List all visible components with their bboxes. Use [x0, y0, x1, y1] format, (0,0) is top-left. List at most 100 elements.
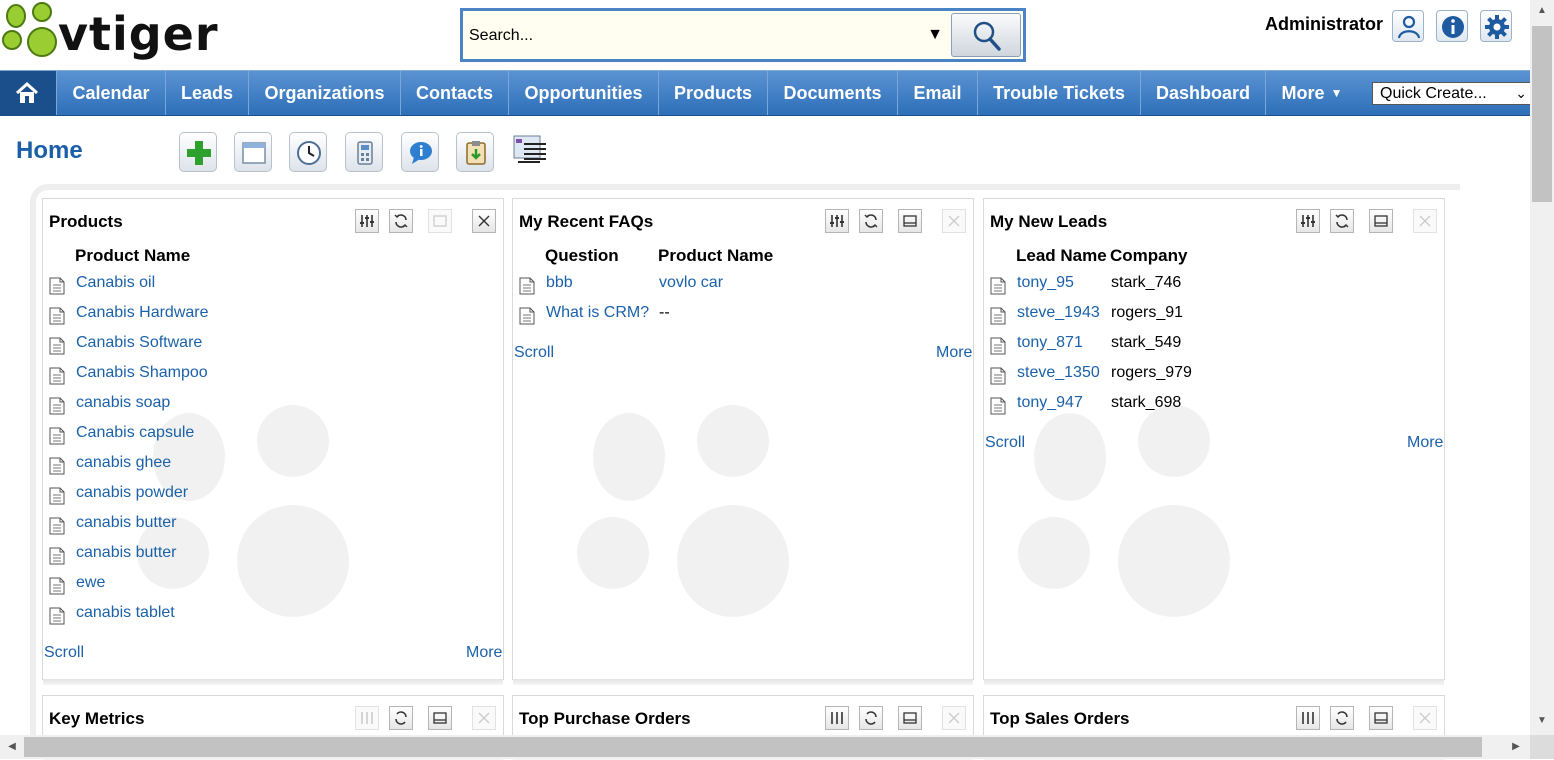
product-name-link[interactable]: Canabis Hardware — [76, 304, 209, 322]
widget-refresh-button[interactable] — [1330, 706, 1354, 730]
widget-more-link[interactable]: More — [1407, 434, 1443, 452]
widget-refresh-button[interactable] — [859, 706, 883, 730]
quick-create-select[interactable]: Quick Create... ⌄ — [1372, 82, 1534, 105]
nav-dashboard[interactable]: Dashboard — [1140, 71, 1265, 115]
document-icon — [519, 307, 535, 325]
clock-button[interactable] — [289, 132, 327, 172]
user-name[interactable]: Administrator — [1265, 14, 1383, 35]
column-header-lead-name: Lead Name — [1016, 246, 1107, 265]
lead-company: stark_698 — [1111, 394, 1182, 411]
widget-refresh-button[interactable] — [389, 209, 413, 233]
settings-button[interactable] — [1480, 10, 1512, 42]
product-name-link[interactable]: ewe — [76, 574, 105, 592]
clipboard-import-button[interactable] — [456, 132, 494, 172]
add-widget-button[interactable] — [179, 132, 217, 172]
widget-scroll-link[interactable]: Scroll — [514, 344, 554, 362]
search-input[interactable] — [467, 19, 919, 53]
nav-products[interactable]: Products — [658, 71, 767, 115]
lead-name-link[interactable]: tony_947 — [1017, 394, 1083, 412]
lead-name-link[interactable]: steve_1943 — [1017, 304, 1100, 322]
nav-calendar[interactable]: Calendar — [56, 71, 165, 115]
user-profile-button[interactable] — [1392, 10, 1424, 42]
product-name-link[interactable]: canabis butter — [76, 544, 177, 562]
nav-home[interactable] — [0, 71, 56, 115]
lead-name-link[interactable]: tony_95 — [1017, 274, 1074, 292]
window-button[interactable] — [234, 132, 272, 172]
scroll-down-arrow-icon[interactable]: ▼ — [1530, 712, 1554, 730]
widget-minimize-button[interactable] — [898, 209, 922, 233]
product-name-link[interactable]: canabis soap — [76, 394, 170, 412]
minimize-icon — [903, 712, 917, 724]
widget-refresh-button[interactable] — [859, 209, 883, 233]
product-name-link[interactable]: canabis ghee — [76, 454, 171, 472]
widget-close-button[interactable] — [472, 209, 496, 233]
product-name-link[interactable]: canabis tablet — [76, 604, 175, 622]
search-button[interactable] — [951, 13, 1021, 57]
horizontal-scroll-thumb[interactable] — [24, 737, 1482, 757]
nav-leads[interactable]: Leads — [165, 71, 248, 115]
nav-opportunities[interactable]: Opportunities — [508, 71, 658, 115]
widget-scroll-link[interactable]: Scroll — [985, 434, 1025, 452]
vtiger-logo[interactable]: vtiger — [2, 2, 252, 68]
faq-product-link[interactable]: vovlo car — [659, 274, 723, 292]
vertical-scrollbar[interactable]: ▲ ▼ — [1530, 0, 1554, 735]
lead-company: stark_746 — [1111, 274, 1182, 291]
lead-name-link[interactable]: steve_1350 — [1017, 364, 1100, 382]
product-name-link[interactable]: Canabis capsule — [76, 424, 194, 442]
widget-refresh-button[interactable] — [389, 706, 413, 730]
widget-minimize-button[interactable] — [428, 209, 452, 233]
scroll-up-arrow-icon[interactable]: ▲ — [1530, 2, 1554, 20]
chat-button[interactable] — [401, 132, 439, 172]
widget-settings-button[interactable] — [825, 706, 849, 730]
calculator-button[interactable] — [345, 132, 383, 172]
widget-close-button[interactable] — [1413, 209, 1437, 233]
nav-organizations[interactable]: Organizations — [248, 71, 400, 115]
faq-question-link[interactable]: bbb — [546, 274, 573, 292]
widget-close-button[interactable] — [942, 706, 966, 730]
widget-settings-button[interactable] — [355, 209, 379, 233]
widget-minimize-button[interactable] — [1369, 706, 1393, 730]
vertical-scroll-thumb[interactable] — [1532, 26, 1552, 202]
nav-contacts[interactable]: Contacts — [400, 71, 508, 115]
widget-title: Products — [49, 212, 123, 231]
nav-leads-label: Leads — [180, 83, 234, 103]
scroll-right-arrow-icon[interactable]: ▶ — [1506, 735, 1526, 759]
nav-dashboard-label: Dashboard — [1155, 83, 1251, 103]
horizontal-scrollbar[interactable]: ◀ ▶ — [0, 735, 1530, 759]
product-name-link[interactable]: Canabis Software — [76, 334, 202, 352]
nav-documents[interactable]: Documents — [767, 71, 897, 115]
product-name-link[interactable]: Canabis oil — [76, 274, 155, 292]
widget-settings-button[interactable] — [355, 706, 379, 730]
scroll-left-arrow-icon[interactable]: ◀ — [2, 735, 22, 759]
document-icon — [49, 307, 65, 325]
product-name-link[interactable]: canabis powder — [76, 484, 188, 502]
search-icon — [973, 21, 1001, 51]
lead-name-link[interactable]: tony_871 — [1017, 334, 1083, 352]
document-icon — [49, 487, 65, 505]
list-view-button[interactable] — [510, 132, 550, 172]
widget-more-link[interactable]: More — [466, 644, 502, 662]
widget-minimize-button[interactable] — [898, 706, 922, 730]
document-icon — [49, 367, 65, 385]
widget-settings-button[interactable] — [825, 209, 849, 233]
close-icon — [478, 712, 490, 724]
widget-settings-button[interactable] — [1296, 706, 1320, 730]
widget-close-button[interactable] — [1413, 706, 1437, 730]
nav-trouble-tickets[interactable]: Trouble Tickets — [977, 71, 1140, 115]
widget-minimize-button[interactable] — [1369, 209, 1393, 233]
nav-more[interactable]: More ▼ — [1265, 71, 1358, 115]
info-button[interactable] — [1436, 10, 1468, 42]
widget-scroll-link[interactable]: Scroll — [44, 644, 84, 662]
search-dropdown-arrow-icon[interactable]: ▼ — [925, 25, 945, 45]
faq-question-link[interactable]: What is CRM? — [546, 304, 649, 322]
nav-email[interactable]: Email — [897, 71, 977, 115]
widget-more-link[interactable]: More — [936, 344, 972, 362]
product-name-link[interactable]: Canabis Shampoo — [76, 364, 208, 382]
product-name-link[interactable]: canabis butter — [76, 514, 177, 532]
widget-close-button[interactable] — [472, 706, 496, 730]
widget-minimize-button[interactable] — [428, 706, 452, 730]
widget-refresh-button[interactable] — [1330, 209, 1354, 233]
widget-settings-button[interactable] — [1296, 209, 1320, 233]
nav-more-label: More — [1281, 83, 1325, 103]
widget-close-button[interactable] — [942, 209, 966, 233]
